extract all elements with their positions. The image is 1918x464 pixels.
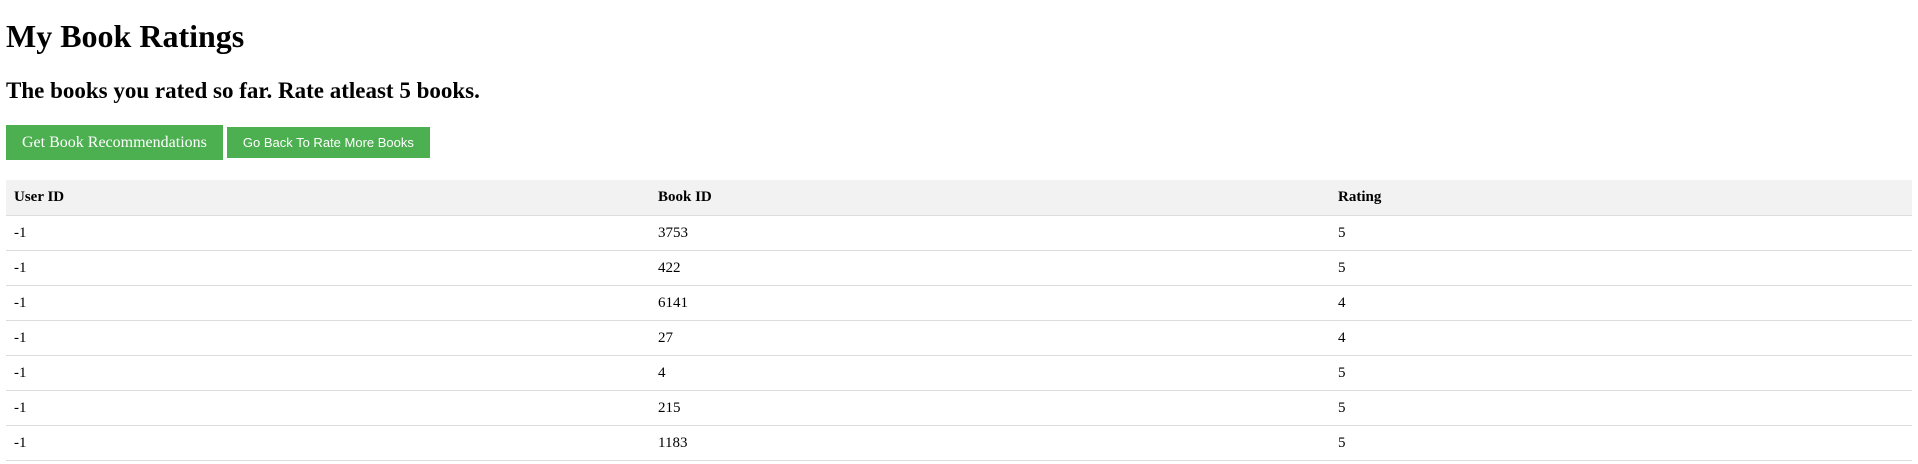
cell-book-id: 1183 [650,425,1330,461]
cell-user-id: -1 [6,355,650,391]
cell-rating: 5 [1330,425,1912,461]
rate-more-books-button[interactable]: Go Back To Rate More Books [226,127,430,158]
cell-user-id: -1 [6,390,650,426]
table-row: -1 4 5 [6,355,1912,391]
table-row: -1 27 4 [6,320,1912,356]
table-row: -1 1183 5 [6,425,1912,461]
page-subtitle: The books you rated so far. Rate atleast… [6,78,480,103]
cell-user-id: -1 [6,215,650,251]
cell-rating: 5 [1330,390,1912,426]
get-recommendations-button[interactable]: Get Book Recommendations [6,125,223,160]
cell-rating: 4 [1330,320,1912,356]
cell-user-id: -1 [6,285,650,321]
table-row: -1 6141 4 [6,285,1912,321]
cell-book-id: 422 [650,250,1330,286]
table-row: -1 215 5 [6,390,1912,426]
cell-user-id: -1 [6,320,650,356]
header-rating[interactable]: Rating [1330,180,1912,216]
cell-user-id: -1 [6,425,650,461]
header-book-id[interactable]: Book ID [650,180,1330,216]
cell-book-id: 27 [650,320,1330,356]
table-header-row: User ID Book ID Rating [6,180,1912,216]
cell-rating: 5 [1330,355,1912,391]
ratings-table: User ID Book ID Rating -1 3753 5 -1 422 … [6,180,1912,461]
page-title: My Book Ratings [6,18,245,54]
cell-user-id: -1 [6,250,650,286]
cell-book-id: 4 [650,355,1330,391]
action-bar: Get Book Recommendations Go Back To Rate… [6,125,430,160]
table-row: -1 3753 5 [6,215,1912,251]
cell-rating: 4 [1330,285,1912,321]
cell-book-id: 215 [650,390,1330,426]
header-user-id[interactable]: User ID [6,180,650,216]
cell-rating: 5 [1330,215,1912,251]
cell-book-id: 3753 [650,215,1330,251]
cell-rating: 5 [1330,250,1912,286]
cell-book-id: 6141 [650,285,1330,321]
table-row: -1 422 5 [6,250,1912,286]
